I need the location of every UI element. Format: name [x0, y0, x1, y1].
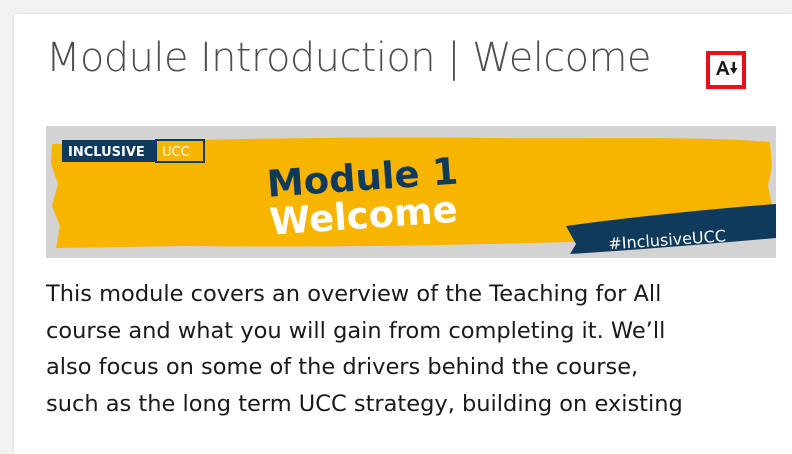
module-banner-image: INCLUSIVE UCC Module 1 Welcome #Inclusiv…: [46, 126, 776, 258]
banner-tag-ucc: UCC: [162, 145, 190, 160]
module-description: This module covers an overview of the Te…: [46, 276, 776, 422]
page-title: Module Introduction | Welcome: [46, 35, 651, 81]
description-line: such as the long term UCC strategy, buil…: [46, 390, 683, 417]
description-line: This module covers an overview of the Te…: [46, 281, 662, 307]
description-line: course and what you will gain from compl…: [46, 317, 666, 344]
banner-tag-inclusive: INCLUSIVE: [68, 145, 145, 160]
accessibility-button[interactable]: [706, 51, 746, 89]
description-line: also focus on some of the drivers behind…: [46, 354, 639, 380]
font-size-a-arrow-down-icon: [714, 59, 738, 81]
